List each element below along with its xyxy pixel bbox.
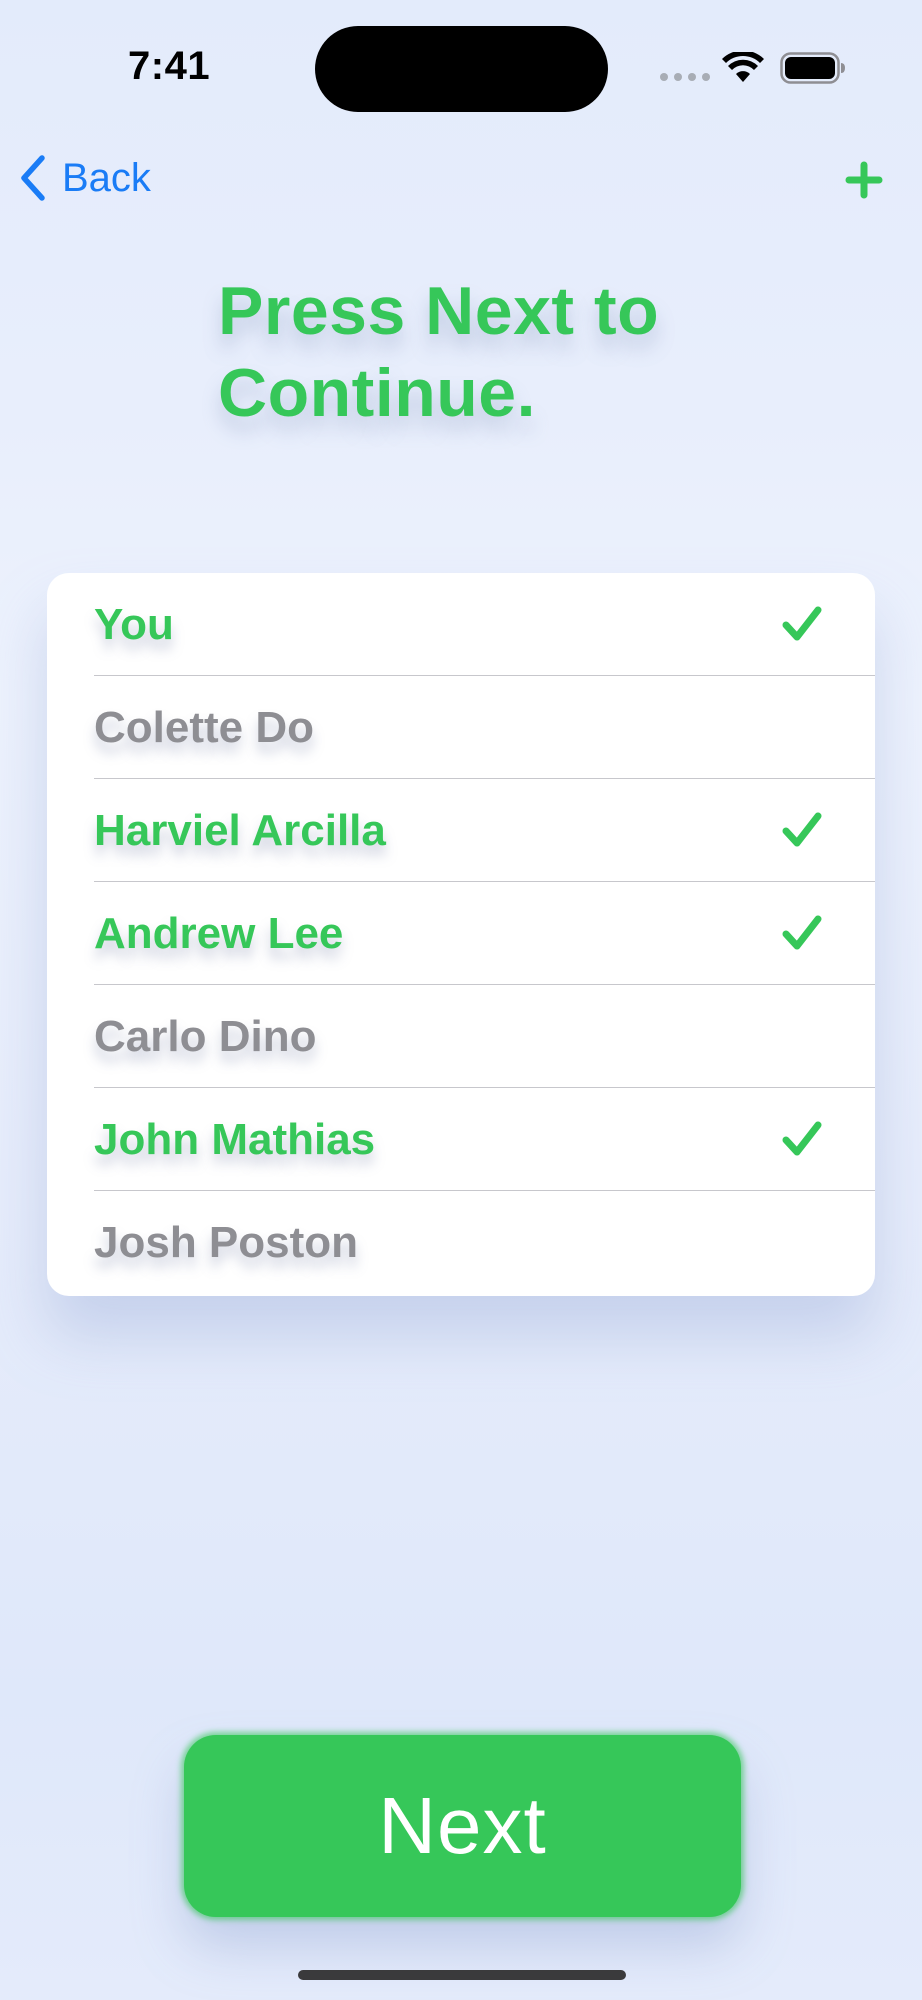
battery-icon	[780, 52, 845, 84]
status-bar: 7:41	[0, 0, 922, 120]
person-name: Harviel Arcilla	[94, 806, 386, 855]
chevron-left-icon	[21, 155, 45, 201]
plus-icon[interactable]	[844, 160, 884, 200]
people-list: You Colette Do Harviel Arcilla Andrew Le…	[47, 573, 875, 1296]
person-name: You	[94, 600, 174, 649]
checkmark-icon	[782, 812, 822, 847]
list-item[interactable]: Andrew Lee	[47, 882, 875, 985]
checkmark-icon	[782, 606, 822, 641]
person-name: Andrew Lee	[94, 909, 344, 958]
cellular-signal-icon	[660, 73, 710, 81]
checkmark-icon	[782, 915, 822, 950]
status-time: 7:41	[128, 44, 211, 88]
person-name: John Mathias	[94, 1115, 376, 1164]
page-title: Press Next to Continue.	[218, 273, 660, 431]
list-item[interactable]: John Mathias	[47, 1088, 875, 1191]
next-button-label: Next	[378, 1781, 547, 1870]
back-label: Back	[62, 155, 151, 200]
list-item[interactable]: Colette Do	[47, 676, 875, 779]
back-button[interactable]: Back	[18, 150, 151, 206]
person-name: Carlo Dino	[94, 1012, 317, 1061]
list-item[interactable]: Harviel Arcilla	[47, 779, 875, 882]
list-item[interactable]: You	[47, 573, 875, 676]
list-item[interactable]: Josh Poston	[47, 1191, 875, 1294]
dynamic-island	[315, 26, 608, 112]
home-indicator[interactable]	[298, 1970, 626, 1980]
wifi-icon	[722, 52, 764, 82]
person-name: Colette Do	[94, 703, 314, 752]
list-item[interactable]: Carlo Dino	[47, 985, 875, 1088]
checkmark-icon	[782, 1121, 822, 1156]
person-name: Josh Poston	[94, 1218, 359, 1267]
next-button[interactable]: Next	[184, 1735, 741, 1917]
